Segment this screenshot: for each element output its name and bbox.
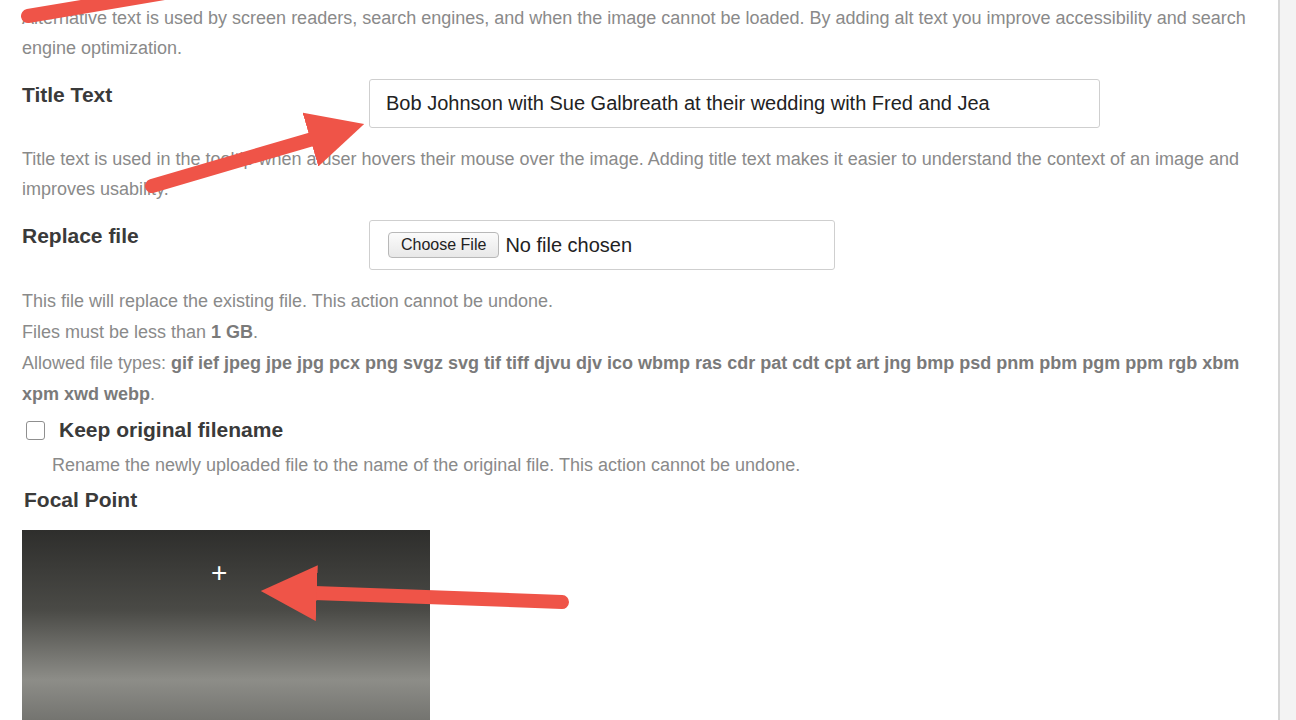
replace-file-label: Replace file xyxy=(22,220,369,248)
replace-file-field: Replace file Choose File No file chosen xyxy=(22,220,1270,270)
note-segment: This file will replace the existing file… xyxy=(22,291,553,311)
file-status: No file chosen xyxy=(505,234,632,257)
note-segment: 1 GB xyxy=(211,322,253,342)
file-note: Files must be less than 1 GB. xyxy=(22,317,1270,348)
file-input[interactable]: Choose File No file chosen xyxy=(369,220,835,270)
choose-file-button[interactable]: Choose File xyxy=(388,232,499,258)
arrow-icon xyxy=(28,0,360,16)
keep-original-label[interactable]: Keep original filename xyxy=(59,418,283,442)
arrow-icon xyxy=(152,131,340,186)
focal-point-marker[interactable]: + xyxy=(211,558,227,588)
note-segment: Allowed file types: xyxy=(22,353,171,373)
scroll-gutter xyxy=(1278,0,1296,720)
note-segment: . xyxy=(253,322,258,342)
annotation-arrows xyxy=(0,0,1296,720)
note-segment: Files must be less than xyxy=(22,322,211,342)
file-notes: This file will replace the existing file… xyxy=(22,286,1270,410)
media-edit-page: Alternative text is used by screen reade… xyxy=(0,0,1296,720)
title-text-description: Title text is used in the tooltip when a… xyxy=(22,144,1270,204)
title-text-field: Title Text xyxy=(22,79,1270,128)
focal-point-image[interactable]: + xyxy=(22,530,430,720)
keep-original-filename: Keep original filename xyxy=(22,418,1270,442)
note-segment: . xyxy=(150,384,155,404)
file-note: Allowed file types: gif ief jpeg jpe jpg… xyxy=(22,348,1270,410)
form: Alternative text is used by screen reade… xyxy=(0,0,1278,720)
keep-original-description: Rename the newly uploaded file to the na… xyxy=(22,450,1270,480)
title-text-label: Title Text xyxy=(22,79,369,107)
alt-text-description: Alternative text is used by screen reade… xyxy=(22,3,1270,63)
arrow-icon xyxy=(286,592,562,602)
note-segment: gif ief jpeg jpe jpg pcx png svgz svg ti… xyxy=(22,353,1239,404)
file-note: This file will replace the existing file… xyxy=(22,286,1270,317)
title-text-input[interactable] xyxy=(369,79,1100,128)
focal-point-label: Focal Point xyxy=(22,488,1270,512)
keep-original-checkbox[interactable] xyxy=(26,421,45,440)
